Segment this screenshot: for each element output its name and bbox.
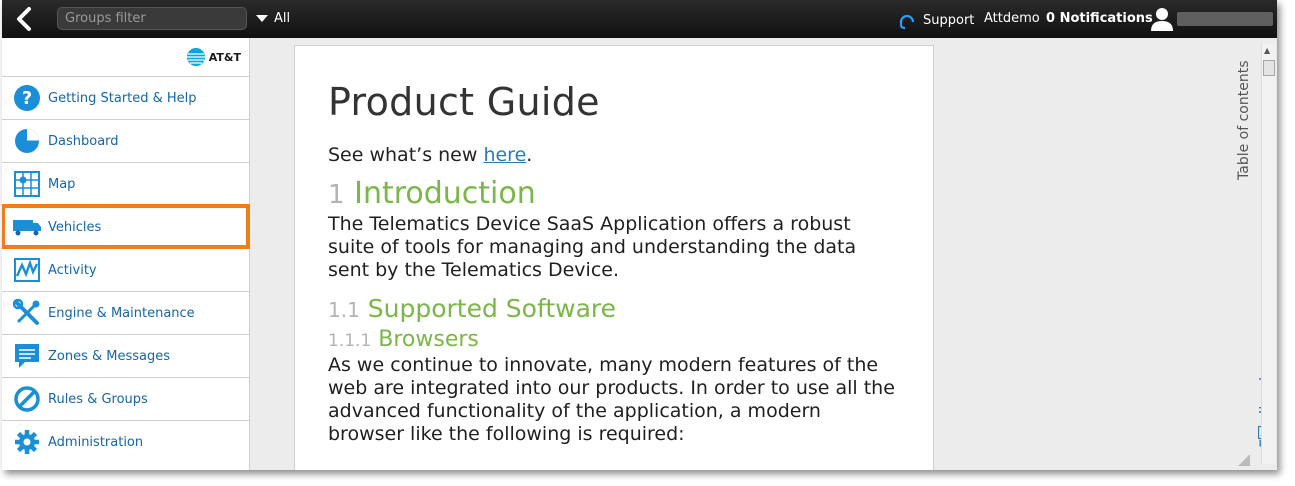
groups-filter-input[interactable] [57,7,247,30]
message-icon [13,342,41,370]
sidebar-item-label: Zones & Messages [48,348,171,364]
headset-icon [899,14,915,30]
top-bar: All Support Attdemo 0 Notifications [2,0,1277,38]
scrollbar-thumb[interactable] [1263,60,1275,76]
whats-new-text: See what’s new [328,144,484,166]
map-icon [13,170,41,198]
back-arrow-icon[interactable] [12,6,38,32]
sidebar-item-label: Administration [48,434,144,450]
support-label: Support [923,12,975,28]
sidebar-item-dashboard[interactable]: Dashboard [2,119,249,162]
sidebar-item-vehicles[interactable]: Vehicles [2,204,250,249]
resize-grip-icon[interactable] [1238,454,1250,466]
section-title: Supported Software [367,294,616,323]
table-of-contents-tab[interactable]: Table of contents [1236,56,1258,181]
user-avatar-icon[interactable] [1150,6,1174,32]
section-heading-browsers: 1.1.1 Browsers [328,327,903,354]
caret-down-icon [256,15,268,22]
page-title: Product Guide [328,80,600,124]
sidebar-item-getting-started[interactable]: ? Getting Started & Help [2,76,249,119]
user-name[interactable]: Attdemo [984,11,1040,26]
sidebar-item-label: Vehicles [48,219,102,235]
wrench-screwdriver-icon [13,299,41,327]
scroll-up-arrow-icon[interactable]: ▲ [1264,46,1270,55]
whats-new-suffix: . [526,144,533,166]
groups-dropdown-value: All [274,11,291,26]
section-number: 1 [328,180,345,210]
sidebar-item-rules-groups[interactable]: Rules & Groups [2,377,249,420]
sidebar-item-activity[interactable]: Activity [2,248,249,291]
section-number: 1.1 [328,298,360,322]
sidebar-item-administration[interactable]: Administration [2,420,249,463]
sidebar-item-label: Engine & Maintenance [48,305,195,321]
sidebar-item-label: Rules & Groups [48,391,148,407]
sidebar-item-map[interactable]: Map [2,162,249,205]
right-rail: Table of contents Feedback ▲ [1230,38,1277,470]
groups-dropdown[interactable]: All [256,11,290,26]
activity-chart-icon [13,256,41,284]
whats-new-link[interactable]: here [483,144,526,166]
section-heading-introduction: 1 Introduction [328,176,903,213]
svg-text:?: ? [22,88,32,109]
sidebar-item-label: Map [48,176,76,192]
sidebar-item-label: Dashboard [48,133,119,149]
app-window: All Support Attdemo 0 Notifications AT&T [2,0,1277,470]
browsers-paragraph: As we continue to innovate, many modern … [328,354,895,445]
sidebar-item-zones-messages[interactable]: Zones & Messages [2,334,249,377]
section-number: 1.1.1 [328,331,372,351]
vertical-scrollbar[interactable]: ▲ [1261,44,1275,464]
support-link[interactable]: Support [898,10,974,30]
section-title: Introduction [354,176,536,211]
intro-paragraph: The Telematics Device SaaS Application o… [328,213,857,281]
gear-icon [13,428,41,456]
user-email-redacted [1177,12,1273,26]
sidebar-item-engine-maintenance[interactable]: Engine & Maintenance [2,291,249,334]
truck-icon [13,213,41,241]
content-area: Product Guide See what’s new here. 1 Int… [250,38,1260,470]
sidebar-item-label: Activity [48,262,97,278]
sidebar-item-label: Getting Started & Help [48,90,197,106]
section-title: Browsers [378,327,479,352]
no-entry-icon [13,385,41,413]
product-guide-document: Product Guide See what’s new here. 1 Int… [294,45,934,470]
help-icon: ? [13,84,41,112]
att-globe-icon [186,48,205,66]
brand-label: AT&T [208,50,241,64]
att-logo: AT&T [2,38,249,76]
pie-chart-icon [13,127,41,155]
section-heading-supported-software: 1.1 Supported Software [328,294,903,325]
notifications-link[interactable]: 0 Notifications [1046,11,1153,26]
sidebar: AT&T ? Getting Started & Help Dashboard … [2,38,250,470]
whats-new-line: See what’s new here. [328,144,903,166]
